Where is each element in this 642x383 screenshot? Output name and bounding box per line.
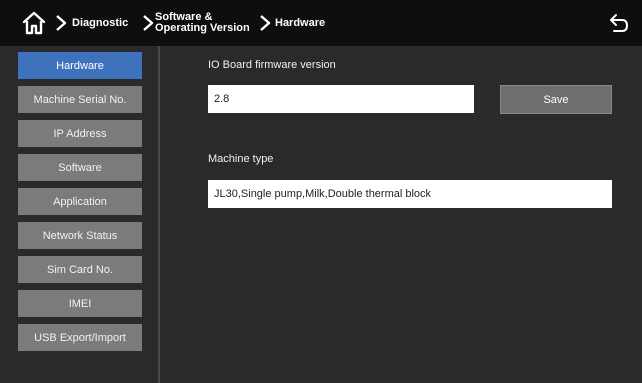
top-bar: Diagnostic Software & Operating Version … (0, 0, 642, 46)
chevron-right-icon (55, 14, 67, 32)
sidebar-item-software[interactable]: Software (18, 154, 142, 181)
sidebar-item-usb-export-import[interactable]: USB Export/Import (18, 324, 142, 351)
breadcrumb-hardware: Hardware (275, 17, 326, 29)
back-icon[interactable] (605, 11, 629, 35)
breadcrumb-software-operating-version[interactable]: Software & Operating Version (155, 12, 250, 34)
firmware-version-label: IO Board firmware version (208, 59, 336, 71)
machine-type-field[interactable]: JL30,Single pump,Milk,Double thermal blo… (208, 180, 612, 208)
firmware-version-field[interactable]: 2.8 (208, 85, 474, 113)
sidebar-item-application[interactable]: Application (18, 188, 142, 215)
sidebar-item-network-status[interactable]: Network Status (18, 222, 142, 249)
breadcrumb-diagnostic[interactable]: Diagnostic (72, 18, 128, 29)
sidebar: Hardware Machine Serial No. IP Address S… (0, 46, 160, 383)
breadcrumb-line: Operating Version (155, 22, 250, 34)
chevron-right-icon (259, 14, 271, 32)
machine-type-label: Machine type (208, 153, 274, 165)
chevron-right-icon (142, 14, 154, 32)
sidebar-item-ip-address[interactable]: IP Address (18, 120, 142, 147)
save-button[interactable]: Save (500, 85, 612, 114)
sidebar-item-hardware[interactable]: Hardware (18, 52, 142, 79)
sidebar-item-machine-serial-no[interactable]: Machine Serial No. (18, 86, 142, 113)
sidebar-item-imei[interactable]: IMEI (18, 290, 142, 317)
home-icon[interactable] (21, 10, 47, 36)
sidebar-item-sim-card-no[interactable]: Sim Card No. (18, 256, 142, 283)
